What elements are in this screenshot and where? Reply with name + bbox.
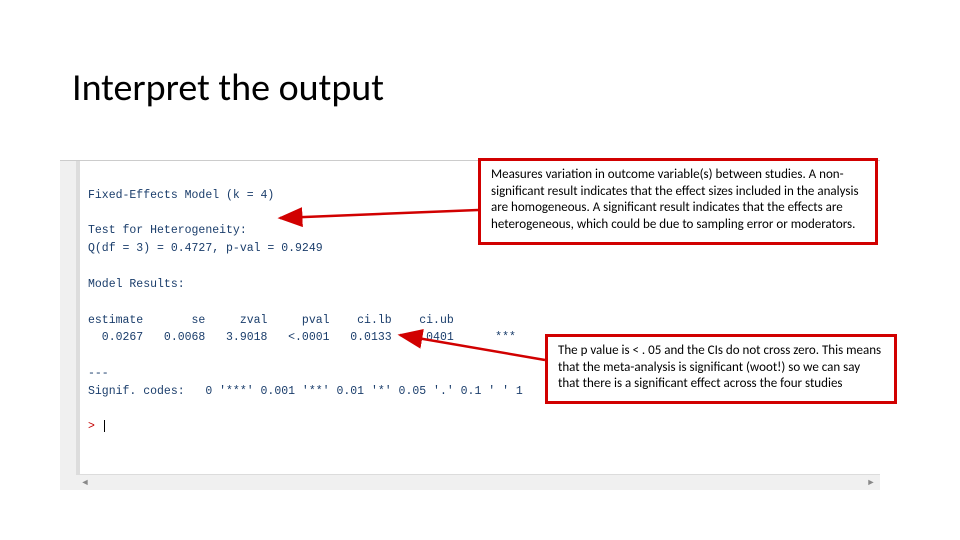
chevron-left-icon[interactable]: ◄ [78, 477, 92, 489]
console-line: 0.0267 0.0068 3.9018 <.0001 0.0133 0.040… [88, 331, 523, 344]
console-line: Test for Heterogeneity: [88, 224, 247, 237]
page-title: Interpret the output [72, 65, 384, 111]
console-line: Fixed-Effects Model (k = 4) [88, 189, 274, 202]
horizontal-scrollbar[interactable]: ◄ ► [76, 474, 880, 490]
callout-significance: The p value is < . 05 and the CIs do not… [545, 334, 897, 404]
console-line: estimate se zval pval ci.lb ci.ub [88, 314, 523, 327]
console-line: Q(df = 3) = 0.4727, p-val = 0.9249 [88, 242, 323, 255]
console-line: --- [88, 367, 109, 380]
console-prompt[interactable]: > [88, 420, 102, 433]
chevron-right-icon[interactable]: ► [864, 477, 878, 489]
console-line: Model Results: [88, 278, 185, 291]
callout-heterogeneity: Measures variation in outcome variable(s… [478, 158, 878, 245]
console-line: Signif. codes: 0 '***' 0.001 '**' 0.01 '… [88, 385, 523, 398]
cursor-icon [104, 420, 105, 432]
